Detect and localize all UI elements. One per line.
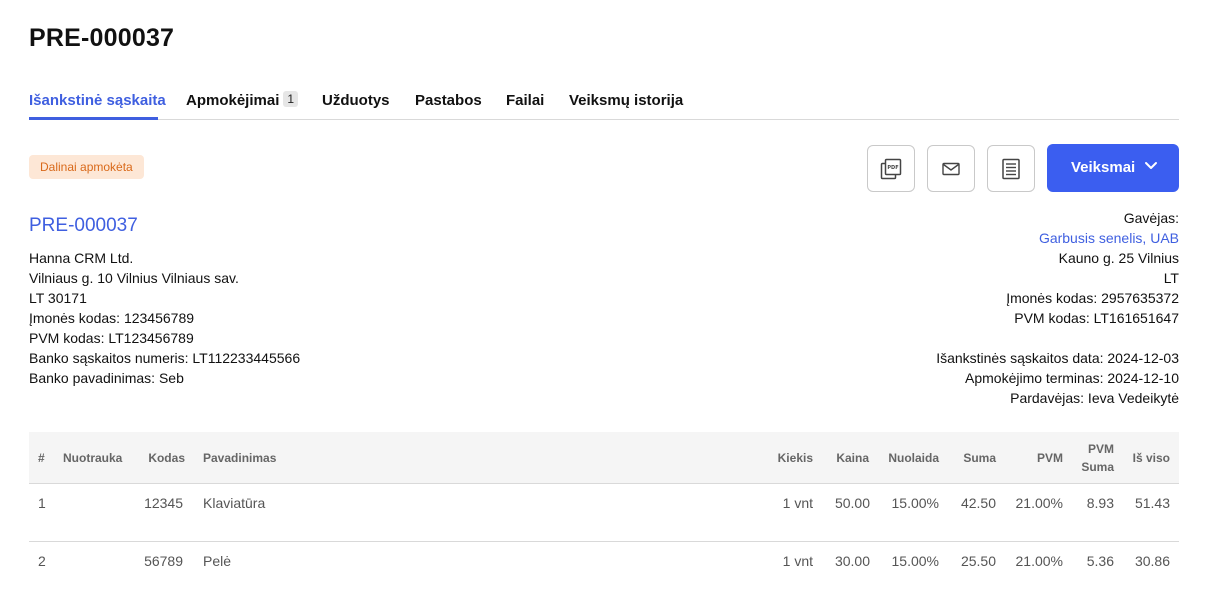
buyer-vat-code: PVM kodas: LT161651647 — [1014, 310, 1179, 326]
svg-text:PDF: PDF — [887, 165, 898, 171]
col-photo: Nuotrauka — [63, 451, 123, 465]
seller-person: Pardavėjas: Ieva Vedeikytė — [1010, 390, 1179, 406]
invoice-date: Išankstinės sąskaitos data: 2024-12-03 — [936, 350, 1179, 366]
cell-price: 30.00 — [834, 553, 870, 569]
cell-vat: 21.00% — [1015, 553, 1063, 569]
invoice-document-button[interactable] — [987, 145, 1035, 192]
chevron-down-icon — [1145, 162, 1157, 169]
cell-code: 56789 — [144, 553, 183, 569]
col-num: # — [38, 451, 45, 465]
cell-vat: 21.00% — [1015, 495, 1063, 511]
buyer-details: Gavėjas: Garbusis senelis, UAB Kauno g. … — [1006, 208, 1179, 328]
cell-total: 30.86 — [1134, 553, 1170, 569]
buyer-company-code: Įmonės kodas: 2957635372 — [1006, 290, 1179, 306]
table-header: # Nuotrauka Kodas Pavadinimas Kiekis Kai… — [29, 432, 1179, 484]
active-tab-indicator — [29, 117, 158, 120]
table-row: 1 12345 Klaviatūra 1 vnt 50.00 15.00% 42… — [29, 484, 1179, 542]
col-code: Kodas — [148, 451, 185, 465]
seller-bank-name: Banko pavadinimas: Seb — [29, 370, 184, 386]
payments-count-badge: 1 — [283, 91, 299, 107]
tab-payments[interactable]: Apmokėjimai 1 — [186, 91, 299, 109]
email-button[interactable] — [927, 145, 975, 192]
cell-sum: 42.50 — [960, 495, 996, 511]
tab-tasks[interactable]: Užduotys — [322, 92, 390, 109]
cell-total: 51.43 — [1134, 495, 1170, 511]
tab-notes[interactable]: Pastabos — [415, 92, 482, 109]
col-discount: Nuolaida — [888, 451, 939, 465]
page-title: PRE-000037 — [29, 24, 175, 52]
seller-details: Hanna CRM Ltd. Vilniaus g. 10 Vilnius Vi… — [29, 248, 300, 388]
cell-vat-sum: 8.93 — [1086, 495, 1114, 511]
col-price: Kaina — [836, 451, 869, 465]
tab-files[interactable]: Failai — [506, 92, 544, 109]
seller-postcode: LT 30171 — [29, 290, 87, 306]
seller-bank-account: Banko sąskaitos numeris: LT112233445566 — [29, 350, 301, 366]
buyer-name-link[interactable]: Garbusis senelis, UAB — [1006, 228, 1179, 248]
cell-name: Pelė — [203, 553, 232, 569]
cell-num: 2 — [38, 553, 46, 569]
actions-dropdown-button[interactable]: Veiksmai — [1047, 144, 1179, 192]
cell-code: 12345 — [144, 495, 183, 511]
col-qty: Kiekis — [777, 451, 813, 465]
seller-company-code: Įmonės kodas: 123456789 — [29, 310, 195, 326]
cell-qty: 1 vnt — [782, 495, 813, 511]
buyer-country: LT — [1163, 270, 1179, 286]
payment-due-date: Apmokėjimo terminas: 2024-12-10 — [965, 370, 1179, 386]
tab-bar: Išankstinė sąskaita Apmokėjimai 1 Užduoty… — [29, 86, 1179, 120]
status-badge: Dalinai apmokėta — [29, 155, 144, 179]
tab-prepayment-invoice[interactable]: Išankstinė sąskaita — [29, 92, 166, 109]
col-vat-sum-line2: Suma — [1081, 460, 1114, 474]
cell-discount: 15.00% — [891, 553, 939, 569]
col-vat-sum-line1: PVM — [1087, 442, 1114, 456]
cell-price: 50.00 — [834, 495, 870, 511]
cell-qty: 1 vnt — [782, 553, 813, 569]
buyer-heading: Gavėjas: — [1123, 210, 1179, 226]
document-icon — [1002, 158, 1020, 179]
mail-icon — [942, 162, 960, 175]
cell-sum: 25.50 — [960, 553, 996, 569]
col-sum: Suma — [963, 451, 996, 465]
cell-name: Klaviatūra — [203, 495, 266, 511]
cell-num: 1 — [38, 495, 46, 511]
invoice-meta: Išankstinės sąskaitos data: 2024-12-03 A… — [936, 348, 1179, 408]
pdf-button[interactable]: PDF — [867, 145, 915, 192]
buyer-address: Kauno g. 25 Vilnius — [1058, 250, 1179, 266]
tab-history[interactable]: Veiksmų istorija — [569, 92, 683, 109]
cell-discount: 15.00% — [891, 495, 939, 511]
tab-payments-label: Apmokėjimai — [186, 92, 280, 109]
pdf-icon: PDF — [880, 158, 902, 179]
col-total: Iš viso — [1132, 451, 1170, 465]
seller-vat-code: PVM kodas: LT123456789 — [29, 330, 194, 346]
table-row: 2 56789 Pelė 1 vnt 30.00 15.00% 25.50 21… — [29, 541, 1179, 599]
seller-address: Vilniaus g. 10 Vilnius Vilniaus sav. — [29, 270, 239, 286]
col-vat: PVM — [1036, 451, 1063, 465]
actions-label: Veiksmai — [1071, 159, 1136, 176]
col-name: Pavadinimas — [203, 451, 277, 465]
invoice-number: PRE-000037 — [29, 215, 138, 236]
cell-vat-sum: 5.36 — [1086, 553, 1114, 569]
seller-name: Hanna CRM Ltd. — [29, 250, 134, 266]
